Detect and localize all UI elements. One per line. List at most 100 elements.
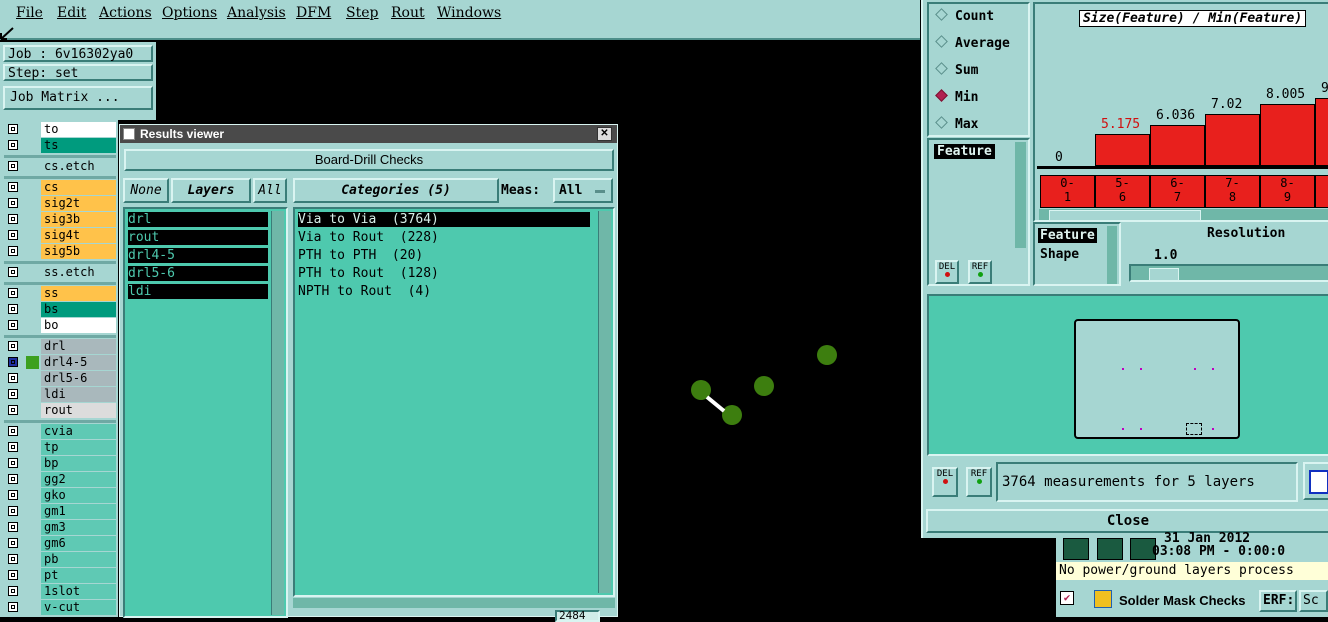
layer-row-cvia[interactable]: cvia — [4, 424, 116, 439]
del-button[interactable]: DEL — [935, 260, 959, 284]
histogram-bin-label[interactable]: 7- 8 — [1205, 175, 1260, 208]
layer-row-gm6[interactable]: gm6 — [4, 536, 116, 551]
radio-min[interactable]: Min — [935, 89, 978, 105]
layer-checkbox-icon[interactable] — [8, 490, 18, 500]
layer-row-gg2[interactable]: gg2 — [4, 472, 116, 487]
layer-checkbox-icon[interactable] — [8, 405, 18, 415]
del-button-2[interactable]: DEL — [932, 467, 958, 497]
attr-item-shape[interactable]: Shape — [1040, 247, 1079, 262]
layer-checkbox-icon[interactable] — [8, 506, 18, 516]
layer-checkbox-icon[interactable] — [8, 554, 18, 564]
layer-row-ss.etch[interactable]: ss.etch — [4, 265, 116, 280]
menu-options[interactable]: Options — [162, 5, 217, 21]
ref-button[interactable]: REF — [968, 260, 992, 284]
attribute-list[interactable]: Feature Shape — [1033, 222, 1121, 286]
layer-row-bo[interactable]: bo — [4, 318, 116, 333]
layer-row-cs[interactable]: cs — [4, 180, 116, 195]
layer-checkbox-icon[interactable] — [8, 538, 18, 548]
radio-max[interactable]: Max — [935, 116, 978, 132]
layer-row-gm3[interactable]: gm3 — [4, 520, 116, 535]
job-matrix-button[interactable]: Job Matrix ... — [3, 86, 153, 110]
histogram-bin-label[interactable]: 0- 1 — [1040, 175, 1095, 208]
histogram-bar[interactable] — [1095, 134, 1150, 166]
menu-edit[interactable]: Edit — [57, 5, 86, 21]
erf-value[interactable]: Sc — [1299, 590, 1328, 612]
layer-checkbox-icon[interactable] — [8, 586, 18, 596]
field-item-feature[interactable]: Feature — [934, 144, 995, 159]
layer-checkbox-icon[interactable] — [8, 570, 18, 580]
result-layer-item[interactable]: ldi — [128, 284, 268, 299]
layer-row-tp[interactable]: tp — [4, 440, 116, 455]
via-pad[interactable] — [817, 345, 837, 365]
histogram-scroll-thumb[interactable] — [1049, 210, 1201, 220]
via-pad[interactable] — [754, 376, 774, 396]
histogram-bin-label[interactable]: 5- 6 — [1095, 175, 1150, 208]
layer-row-bp[interactable]: bp — [4, 456, 116, 471]
layer-checkbox-icon[interactable] — [8, 288, 18, 298]
result-layer-item[interactable]: drl — [128, 212, 268, 227]
check-name[interactable]: Solder Mask Checks — [1119, 593, 1245, 608]
layer-checkbox-icon[interactable] — [8, 182, 18, 192]
tool-icon[interactable] — [1063, 538, 1089, 560]
layer-row-pt[interactable]: pt — [4, 568, 116, 583]
resolution-slider-thumb[interactable] — [1149, 268, 1179, 281]
histogram-bin-label[interactable]: 9 — [1315, 175, 1328, 208]
layer-checkbox-icon[interactable] — [8, 442, 18, 452]
layer-checkbox-icon[interactable] — [8, 198, 18, 208]
none-button[interactable]: None — [123, 178, 169, 203]
result-layer-item[interactable]: rout — [128, 230, 268, 245]
layer-row-sig4t[interactable]: sig4t — [4, 228, 116, 243]
category-hscrollbar[interactable] — [293, 598, 615, 608]
menu-rout[interactable]: Rout — [391, 5, 425, 21]
field-list-scrollbar[interactable] — [1015, 142, 1026, 248]
layer-checkbox-icon[interactable] — [8, 373, 18, 383]
histogram-bar[interactable] — [1315, 98, 1328, 166]
layer-checkbox-icon[interactable] — [8, 426, 18, 436]
layer-checkbox-icon[interactable] — [8, 458, 18, 468]
layer-row-to[interactable]: to — [4, 122, 116, 137]
layer-checkbox-icon[interactable] — [8, 357, 18, 367]
layer-row-pb[interactable]: pb — [4, 552, 116, 567]
category-list[interactable]: Via to Via (3764) Via to Rout (228) PTH to… — [293, 207, 615, 597]
layer-row-v-cut[interactable]: v-cut — [4, 600, 116, 615]
histogram-bin-label[interactable]: 6- 7 — [1150, 175, 1205, 208]
layer-checkbox-icon[interactable] — [8, 320, 18, 330]
layer-checkbox-icon[interactable] — [8, 246, 18, 256]
category-item[interactable]: PTH to PTH (20) — [298, 248, 423, 263]
layer-row-1slot[interactable]: 1slot — [4, 584, 116, 599]
bottom-value-field[interactable]: 2484 — [555, 610, 600, 622]
layer-checkbox-icon[interactable] — [8, 474, 18, 484]
resolution-slider[interactable] — [1129, 264, 1328, 282]
layer-row-ts[interactable]: ts — [4, 138, 116, 153]
category-item[interactable]: Via to Via (3764) — [298, 212, 590, 227]
window-menu-icon[interactable] — [123, 128, 135, 140]
radio-sum[interactable]: Sum — [935, 62, 978, 78]
ref-button-2[interactable]: REF — [966, 467, 992, 497]
menu-windows[interactable]: Windows — [437, 5, 501, 21]
layer-row-sig5b[interactable]: sig5b — [4, 244, 116, 259]
result-layer-item[interactable]: drl5-6 — [128, 266, 268, 281]
field-list[interactable]: Feature DEL REF — [927, 138, 1030, 286]
layer-row-rout[interactable]: rout — [4, 403, 116, 418]
layer-checkbox-icon[interactable] — [8, 161, 18, 171]
layer-checkbox-icon[interactable] — [8, 230, 18, 240]
result-layer-item[interactable]: drl4-5 — [128, 248, 268, 263]
layer-row-bs[interactable]: bs — [4, 302, 116, 317]
layer-checkbox-icon[interactable] — [8, 140, 18, 150]
layer-checkbox-icon[interactable] — [8, 522, 18, 532]
layer-checkbox-icon[interactable] — [8, 267, 18, 277]
histogram-bar[interactable] — [1150, 124, 1205, 166]
category-item[interactable]: PTH to Rout (128) — [298, 266, 439, 281]
layer-list-scrollbar[interactable] — [271, 211, 284, 615]
attr-item-feature[interactable]: Feature — [1038, 228, 1097, 243]
all-layers-button[interactable]: All — [253, 178, 287, 203]
meas-select[interactable]: All — [553, 178, 613, 203]
category-item[interactable]: Via to Rout (228) — [298, 230, 439, 245]
layer-row-sig3b[interactable]: sig3b — [4, 212, 116, 227]
menu-dfm[interactable]: DFM — [296, 5, 331, 21]
layer-row-ss[interactable]: ss — [4, 286, 116, 301]
histogram-bin-label[interactable]: 8- 9 — [1260, 175, 1315, 208]
menu-step[interactable]: Step — [346, 5, 378, 21]
close-button[interactable]: Close — [926, 509, 1328, 533]
layer-row-ldi[interactable]: ldi — [4, 387, 116, 402]
